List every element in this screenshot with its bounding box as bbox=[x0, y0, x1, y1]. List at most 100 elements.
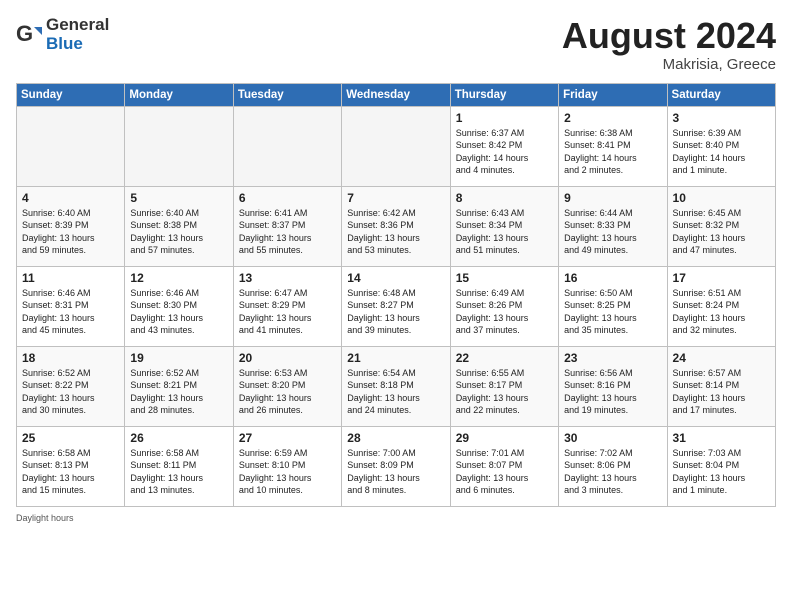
day-number: 24 bbox=[673, 351, 770, 365]
day-number: 13 bbox=[239, 271, 336, 285]
logo-blue-text: Blue bbox=[46, 35, 109, 54]
calendar-header-row: SundayMondayTuesdayWednesdayThursdayFrid… bbox=[17, 83, 776, 106]
calendar-cell: 19Sunrise: 6:52 AM Sunset: 8:21 PM Dayli… bbox=[125, 346, 233, 426]
calendar-header-friday: Friday bbox=[559, 83, 667, 106]
calendar-cell: 29 Sunrise: 7:01 AM Sunset: 8:07 PM Dayli… bbox=[450, 426, 558, 506]
day-number: 27 bbox=[239, 431, 336, 445]
day-detail: Sunrise: 6:40 AM Sunset: 8:39 PM Dayligh… bbox=[22, 207, 119, 257]
day-number: 14 bbox=[347, 271, 444, 285]
day-detail: Sunrise: 6:48 AM Sunset: 8:27 PM Dayligh… bbox=[347, 287, 444, 337]
logo: G General Blue bbox=[16, 16, 109, 53]
day-number: 15 bbox=[456, 271, 553, 285]
calendar-week-row: 11 Sunrise: 6:46 AM Sunset: 8:31 PM Dayli… bbox=[17, 266, 776, 346]
day-detail: Sunrise: 7:03 AM Sunset: 8:04 PM Dayligh… bbox=[673, 447, 770, 497]
day-number: 26 bbox=[130, 431, 227, 445]
day-detail: Sunrise: 6:44 AM Sunset: 8:33 PM Dayligh… bbox=[564, 207, 661, 257]
calendar-cell: 18 Sunrise: 6:52 AM Sunset: 8:22 PM Dayli… bbox=[17, 346, 125, 426]
calendar-cell: 31Sunrise: 7:03 AM Sunset: 8:04 PM Dayli… bbox=[667, 426, 775, 506]
day-detail: Sunrise: 6:53 AM Sunset: 8:20 PM Dayligh… bbox=[239, 367, 336, 417]
day-detail: Sunrise: 7:02 AM Sunset: 8:06 PM Dayligh… bbox=[564, 447, 661, 497]
calendar-cell: 7 Sunrise: 6:42 AM Sunset: 8:36 PM Daylig… bbox=[342, 186, 450, 266]
day-number: 28 bbox=[347, 431, 444, 445]
day-number: 6 bbox=[239, 191, 336, 205]
calendar-cell: 25 Sunrise: 6:58 AM Sunset: 8:13 PM Dayli… bbox=[17, 426, 125, 506]
day-detail: Sunrise: 6:57 AM Sunset: 8:14 PM Dayligh… bbox=[673, 367, 770, 417]
day-number: 30 bbox=[564, 431, 661, 445]
day-number: 18 bbox=[22, 351, 119, 365]
day-number: 25 bbox=[22, 431, 119, 445]
month-year-heading: August 2024 bbox=[562, 16, 776, 56]
day-detail: Sunrise: 6:50 AM Sunset: 8:25 PM Dayligh… bbox=[564, 287, 661, 337]
header: G General Blue August 2024 Makrisia, Gre… bbox=[16, 16, 776, 73]
calendar-cell: 8 Sunrise: 6:43 AM Sunset: 8:34 PM Daylig… bbox=[450, 186, 558, 266]
day-number: 29 bbox=[456, 431, 553, 445]
calendar-cell: 22Sunrise: 6:55 AM Sunset: 8:17 PM Dayli… bbox=[450, 346, 558, 426]
day-number: 2 bbox=[564, 111, 661, 125]
day-detail: Sunrise: 6:58 AM Sunset: 8:11 PM Dayligh… bbox=[130, 447, 227, 497]
calendar-cell: 15 Sunrise: 6:49 AM Sunset: 8:26 PM Dayli… bbox=[450, 266, 558, 346]
day-detail: Sunrise: 6:51 AM Sunset: 8:24 PM Dayligh… bbox=[673, 287, 770, 337]
calendar-week-row: 25 Sunrise: 6:58 AM Sunset: 8:13 PM Dayli… bbox=[17, 426, 776, 506]
day-detail: Sunrise: 6:54 AM Sunset: 8:18 PM Dayligh… bbox=[347, 367, 444, 417]
calendar-cell: 24 Sunrise: 6:57 AM Sunset: 8:14 PM Dayli… bbox=[667, 346, 775, 426]
calendar-cell: 17 Sunrise: 6:51 AM Sunset: 8:24 PM Dayli… bbox=[667, 266, 775, 346]
day-detail: Sunrise: 6:39 AM Sunset: 8:40 PM Dayligh… bbox=[673, 127, 770, 177]
day-number: 9 bbox=[564, 191, 661, 205]
calendar-cell: 2 Sunrise: 6:38 AM Sunset: 8:41 PM Daylig… bbox=[559, 106, 667, 186]
day-detail: Sunrise: 6:45 AM Sunset: 8:32 PM Dayligh… bbox=[673, 207, 770, 257]
day-number: 1 bbox=[456, 111, 553, 125]
calendar-week-row: 4 Sunrise: 6:40 AM Sunset: 8:39 PM Daylig… bbox=[17, 186, 776, 266]
calendar-cell: 23 Sunrise: 6:56 AM Sunset: 8:16 PM Dayli… bbox=[559, 346, 667, 426]
calendar-cell bbox=[17, 106, 125, 186]
day-detail: Sunrise: 7:01 AM Sunset: 8:07 PM Dayligh… bbox=[456, 447, 553, 497]
calendar-cell: 5Sunrise: 6:40 AM Sunset: 8:38 PM Daylig… bbox=[125, 186, 233, 266]
calendar-cell: 1Sunrise: 6:37 AM Sunset: 8:42 PM Daylig… bbox=[450, 106, 558, 186]
calendar-cell: 21 Sunrise: 6:54 AM Sunset: 8:18 PM Dayli… bbox=[342, 346, 450, 426]
day-detail: Sunrise: 6:46 AM Sunset: 8:30 PM Dayligh… bbox=[130, 287, 227, 337]
calendar-cell: 27 Sunrise: 6:59 AM Sunset: 8:10 PM Dayli… bbox=[233, 426, 341, 506]
day-number: 23 bbox=[564, 351, 661, 365]
logo-general-text: General bbox=[46, 16, 109, 35]
day-detail: Sunrise: 6:40 AM Sunset: 8:38 PM Dayligh… bbox=[130, 207, 227, 257]
calendar-cell: 13Sunrise: 6:47 AM Sunset: 8:29 PM Dayli… bbox=[233, 266, 341, 346]
calendar-cell: 14 Sunrise: 6:48 AM Sunset: 8:27 PM Dayli… bbox=[342, 266, 450, 346]
day-detail: Sunrise: 6:46 AM Sunset: 8:31 PM Dayligh… bbox=[22, 287, 119, 337]
day-detail: Sunrise: 6:43 AM Sunset: 8:34 PM Dayligh… bbox=[456, 207, 553, 257]
day-detail: Sunrise: 6:42 AM Sunset: 8:36 PM Dayligh… bbox=[347, 207, 444, 257]
calendar-cell: 12 Sunrise: 6:46 AM Sunset: 8:30 PM Dayli… bbox=[125, 266, 233, 346]
title-block: August 2024 Makrisia, Greece bbox=[562, 16, 776, 73]
calendar-header-wednesday: Wednesday bbox=[342, 83, 450, 106]
day-number: 4 bbox=[22, 191, 119, 205]
calendar-header-saturday: Saturday bbox=[667, 83, 775, 106]
day-number: 17 bbox=[673, 271, 770, 285]
calendar-cell bbox=[342, 106, 450, 186]
calendar-cell bbox=[233, 106, 341, 186]
day-number: 11 bbox=[22, 271, 119, 285]
calendar-cell: 28 Sunrise: 7:00 AM Sunset: 8:09 PM Dayli… bbox=[342, 426, 450, 506]
calendar-cell: 11 Sunrise: 6:46 AM Sunset: 8:31 PM Dayli… bbox=[17, 266, 125, 346]
day-number: 20 bbox=[239, 351, 336, 365]
day-number: 16 bbox=[564, 271, 661, 285]
day-detail: Sunrise: 6:38 AM Sunset: 8:41 PM Dayligh… bbox=[564, 127, 661, 177]
footer-text: Daylight hours bbox=[16, 513, 776, 523]
day-detail: Sunrise: 6:59 AM Sunset: 8:10 PM Dayligh… bbox=[239, 447, 336, 497]
day-number: 22 bbox=[456, 351, 553, 365]
day-detail: Sunrise: 6:52 AM Sunset: 8:22 PM Dayligh… bbox=[22, 367, 119, 417]
svg-text:G: G bbox=[16, 21, 33, 46]
calendar-header-tuesday: Tuesday bbox=[233, 83, 341, 106]
day-number: 7 bbox=[347, 191, 444, 205]
calendar-cell: 3Sunrise: 6:39 AM Sunset: 8:40 PM Daylig… bbox=[667, 106, 775, 186]
calendar-cell: 4 Sunrise: 6:40 AM Sunset: 8:39 PM Daylig… bbox=[17, 186, 125, 266]
day-number: 8 bbox=[456, 191, 553, 205]
calendar-cell: 26 Sunrise: 6:58 AM Sunset: 8:11 PM Dayli… bbox=[125, 426, 233, 506]
day-detail: Sunrise: 6:58 AM Sunset: 8:13 PM Dayligh… bbox=[22, 447, 119, 497]
day-detail: Sunrise: 6:49 AM Sunset: 8:26 PM Dayligh… bbox=[456, 287, 553, 337]
day-detail: Sunrise: 6:56 AM Sunset: 8:16 PM Dayligh… bbox=[564, 367, 661, 417]
day-number: 12 bbox=[130, 271, 227, 285]
calendar-header-monday: Monday bbox=[125, 83, 233, 106]
day-detail: Sunrise: 7:00 AM Sunset: 8:09 PM Dayligh… bbox=[347, 447, 444, 497]
day-number: 10 bbox=[673, 191, 770, 205]
day-number: 21 bbox=[347, 351, 444, 365]
calendar-week-row: 1Sunrise: 6:37 AM Sunset: 8:42 PM Daylig… bbox=[17, 106, 776, 186]
location-text: Makrisia, Greece bbox=[562, 56, 776, 73]
